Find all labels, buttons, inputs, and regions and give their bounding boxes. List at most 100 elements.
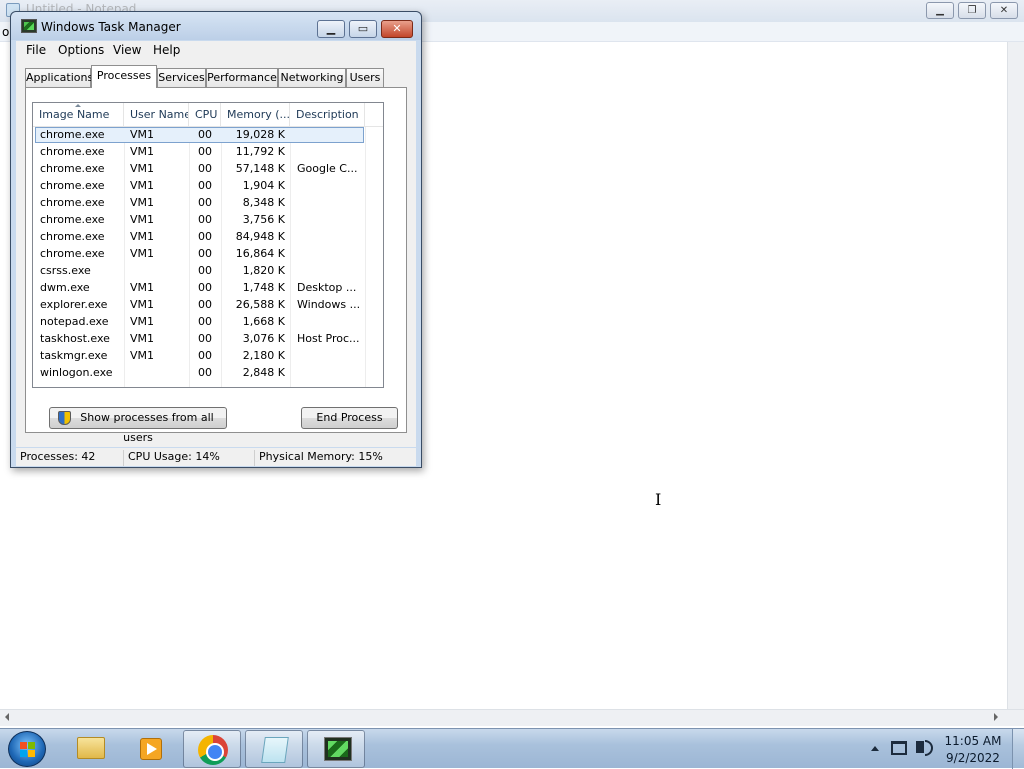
media-player-icon bbox=[140, 738, 162, 760]
start-button[interactable] bbox=[8, 731, 46, 767]
process-list[interactable]: Image Name User Name CPU Memory (... Des… bbox=[32, 102, 384, 388]
status-physical-memory: Physical Memory: 15% bbox=[254, 450, 404, 466]
process-row[interactable]: chrome.exe VM1 00 8,348 K bbox=[33, 195, 383, 212]
tab-applications[interactable]: Applications bbox=[25, 68, 93, 87]
process-row[interactable]: explorer.exe VM1 00 26,588 K Windows ... bbox=[33, 297, 383, 314]
process-cpu-cell: 00 bbox=[198, 349, 212, 362]
process-row[interactable]: chrome.exe VM1 00 57,148 K Google C... bbox=[33, 161, 383, 178]
show-all-processes-button[interactable]: Show processes from all users bbox=[49, 407, 227, 444]
uac-shield-icon bbox=[58, 411, 71, 425]
menu-file[interactable]: File bbox=[26, 43, 46, 57]
column-cpu[interactable]: CPU bbox=[189, 103, 221, 127]
task-manager-body: Applications Processes Services Performa… bbox=[16, 61, 416, 447]
process-memory-cell: 1,668 K bbox=[242, 315, 285, 328]
tab-performance[interactable]: Performance bbox=[206, 68, 278, 87]
process-cpu-cell: 00 bbox=[198, 196, 212, 209]
clock[interactable]: 11:05 AM 9/2/2022 bbox=[940, 733, 1006, 767]
process-memory-cell: 57,148 K bbox=[235, 162, 285, 175]
process-memory-cell: 11,792 K bbox=[235, 145, 285, 158]
restore-button[interactable]: ❐ bbox=[958, 2, 986, 19]
clock-date: 9/2/2022 bbox=[946, 751, 1000, 765]
process-name-cell: chrome.exe bbox=[40, 196, 105, 209]
process-user-cell: VM1 bbox=[130, 298, 155, 311]
process-name-cell: taskmgr.exe bbox=[40, 349, 108, 362]
clock-time: 11:05 AM bbox=[944, 734, 1002, 748]
list-header: Image Name User Name CPU Memory (... Des… bbox=[33, 103, 383, 127]
process-memory-cell: 16,864 K bbox=[235, 247, 285, 260]
scroll-left-icon[interactable] bbox=[5, 713, 9, 721]
horizontal-scrollbar[interactable] bbox=[0, 709, 1024, 726]
process-user-cell: VM1 bbox=[130, 281, 155, 294]
process-user-cell: VM1 bbox=[130, 128, 155, 141]
column-image-name[interactable]: Image Name bbox=[33, 103, 124, 127]
taskbar-windows-explorer[interactable] bbox=[60, 730, 118, 768]
taskbar-google-chrome[interactable] bbox=[183, 730, 241, 768]
process-row[interactable]: chrome.exe VM1 00 19,028 K bbox=[33, 127, 383, 144]
process-memory-cell: 19,028 K bbox=[235, 128, 285, 141]
process-cpu-cell: 00 bbox=[198, 179, 212, 192]
network-icon[interactable] bbox=[891, 741, 907, 755]
notepad-icon bbox=[261, 737, 289, 763]
tab-users[interactable]: Users bbox=[346, 68, 384, 87]
process-row[interactable]: taskmgr.exe VM1 00 2,180 K bbox=[33, 348, 383, 365]
process-name-cell: chrome.exe bbox=[40, 145, 105, 158]
process-row[interactable]: chrome.exe VM1 00 84,948 K bbox=[33, 229, 383, 246]
tab-services[interactable]: Services bbox=[157, 68, 206, 87]
column-description[interactable]: Description bbox=[290, 103, 365, 127]
notepad-menu-partial[interactable]: o bbox=[2, 25, 9, 39]
process-row[interactable]: chrome.exe VM1 00 3,756 K bbox=[33, 212, 383, 229]
column-memory[interactable]: Memory (... bbox=[221, 103, 290, 127]
vertical-scrollbar[interactable] bbox=[1007, 42, 1024, 709]
taskbar-notepad[interactable] bbox=[245, 730, 303, 768]
process-name-cell: chrome.exe bbox=[40, 179, 105, 192]
column-user-name[interactable]: User Name bbox=[124, 103, 189, 127]
process-row[interactable]: chrome.exe VM1 00 16,864 K bbox=[33, 246, 383, 263]
process-memory-cell: 1,820 K bbox=[242, 264, 285, 277]
task-manager-titlebar[interactable]: Windows Task Manager ▁ ▭ ✕ bbox=[11, 12, 421, 40]
process-name-cell: csrss.exe bbox=[40, 264, 91, 277]
process-memory-cell: 1,904 K bbox=[242, 179, 285, 192]
process-name-cell: explorer.exe bbox=[40, 298, 108, 311]
tab-networking[interactable]: Networking bbox=[278, 68, 346, 87]
task-manager-window: Windows Task Manager ▁ ▭ ✕ File Options … bbox=[10, 11, 422, 468]
process-row[interactable]: chrome.exe VM1 00 11,792 K bbox=[33, 144, 383, 161]
process-user-cell: VM1 bbox=[130, 349, 155, 362]
volume-icon[interactable] bbox=[916, 740, 933, 756]
menu-options[interactable]: Options bbox=[58, 43, 104, 57]
process-row[interactable]: notepad.exe VM1 00 1,668 K bbox=[33, 314, 383, 331]
tab-processes[interactable]: Processes bbox=[91, 65, 157, 88]
maximize-button[interactable]: ▭ bbox=[349, 20, 377, 38]
process-user-cell: VM1 bbox=[130, 213, 155, 226]
scroll-right-icon[interactable] bbox=[994, 713, 998, 721]
process-cpu-cell: 00 bbox=[198, 230, 212, 243]
minimize-button[interactable]: ▁ bbox=[926, 2, 954, 19]
process-row[interactable]: dwm.exe VM1 00 1,748 K Desktop ... bbox=[33, 280, 383, 297]
process-cpu-cell: 00 bbox=[198, 366, 212, 379]
process-memory-cell: 3,076 K bbox=[242, 332, 285, 345]
task-manager-icon bbox=[21, 19, 37, 33]
column-image-name-label: Image Name bbox=[39, 108, 110, 121]
menu-view[interactable]: View bbox=[113, 43, 141, 57]
process-user-cell: VM1 bbox=[130, 196, 155, 209]
sort-ascending-icon bbox=[75, 104, 81, 107]
window-title: Windows Task Manager bbox=[41, 20, 181, 34]
process-cpu-cell: 00 bbox=[198, 145, 212, 158]
close-button[interactable]: ✕ bbox=[381, 20, 413, 38]
close-button[interactable]: ✕ bbox=[990, 2, 1018, 19]
taskbar-media-player[interactable] bbox=[120, 730, 178, 768]
show-hidden-icons-icon[interactable] bbox=[871, 746, 879, 751]
process-row[interactable]: csrss.exe 00 1,820 K bbox=[33, 263, 383, 280]
show-desktop-button[interactable] bbox=[1012, 729, 1024, 769]
taskbar-task-manager[interactable] bbox=[307, 730, 365, 768]
process-memory-cell: 84,948 K bbox=[235, 230, 285, 243]
minimize-button[interactable]: ▁ bbox=[317, 20, 345, 38]
menu-help[interactable]: Help bbox=[153, 43, 180, 57]
process-row[interactable]: taskhost.exe VM1 00 3,076 K Host Proc... bbox=[33, 331, 383, 348]
end-process-button[interactable]: End Process bbox=[301, 407, 398, 429]
process-row[interactable]: winlogon.exe 00 2,848 K bbox=[33, 365, 383, 382]
status-bar: Processes: 42 CPU Usage: 14% Physical Me… bbox=[16, 448, 416, 466]
task-manager-icon bbox=[324, 737, 352, 761]
process-name-cell: winlogon.exe bbox=[40, 366, 113, 379]
process-row[interactable]: chrome.exe VM1 00 1,904 K bbox=[33, 178, 383, 195]
process-user-cell: VM1 bbox=[130, 145, 155, 158]
